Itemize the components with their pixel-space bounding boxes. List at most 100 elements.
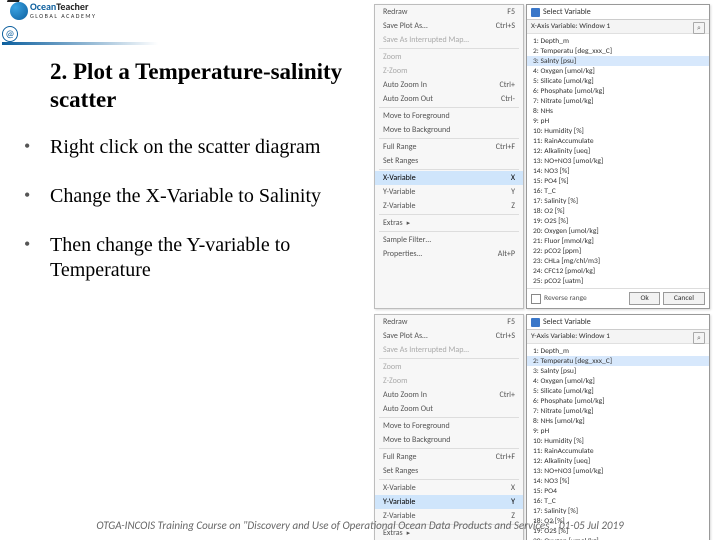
reverse-range-checkbox[interactable]: Reverse range — [531, 294, 587, 304]
variable-item[interactable]: 9: pH — [527, 116, 709, 126]
variable-item[interactable]: 4: Oxygen [umol/kg] — [527, 66, 709, 76]
globe-icon — [10, 2, 28, 20]
variable-item[interactable]: 1: Depth_m — [527, 346, 709, 356]
dialog-icon — [531, 318, 540, 327]
variable-item[interactable]: 1: Depth_m — [527, 36, 709, 46]
variable-item[interactable]: 11: RainAccumulate — [527, 136, 709, 146]
ctx-save-map: Save As Interrupted Map… — [375, 343, 523, 357]
variable-item[interactable]: 18: O2 [%] — [527, 206, 709, 216]
variable-item[interactable]: 6: Phosphate [umol/kg] — [527, 396, 709, 406]
variable-item[interactable]: 20: Oxygen [umol/kg] — [527, 536, 709, 540]
dialog-icon — [531, 8, 540, 17]
variable-item[interactable]: 13: NO+NO3 [umol/kg] — [527, 156, 709, 166]
variable-item[interactable]: 15: PO4 — [527, 486, 709, 496]
variable-item[interactable]: 6: Phosphate [umol/kg] — [527, 86, 709, 96]
ctx-zzoom: Z-Zoom — [375, 374, 523, 388]
footer-text: OTGA-INCOIS Training Course on "Discover… — [0, 519, 720, 532]
dialog-hint: X-Axis Variable: Window 1 — [531, 22, 610, 31]
bullet-3: Then change the Y-variable to Temperatur… — [22, 233, 392, 283]
variable-item[interactable]: 15: PO4 [%] — [527, 176, 709, 186]
ctx-x-variable[interactable]: X-VariableX — [375, 171, 523, 185]
variable-item[interactable]: 9: pH — [527, 426, 709, 436]
variable-list-x: 1: Depth_m2: Temperatu [deg_xxx_C]3: Sal… — [527, 34, 709, 288]
variable-item[interactable]: 14: NO3 [%] — [527, 166, 709, 176]
variable-item[interactable]: 5: Silicate [umol/kg] — [527, 76, 709, 86]
variable-item[interactable]: 8: NHs [umol/kg] — [527, 416, 709, 426]
variable-item[interactable]: 7: Nitrate [umol/kg] — [527, 406, 709, 416]
variable-item[interactable]: 4: Oxygen [umol/kg] — [527, 376, 709, 386]
ctx-x-variable[interactable]: X-VariableX — [375, 481, 523, 495]
variable-item[interactable]: 12: Alkalinity [ueq] — [527, 146, 709, 156]
variable-item[interactable]: 5: Silicate [umol/kg] — [527, 386, 709, 396]
variable-item[interactable]: 10: Humidity [%] — [527, 436, 709, 446]
dialog-title: Select Variable — [543, 7, 591, 17]
variable-item[interactable]: 10: Humidity [%] — [527, 126, 709, 136]
ctx-y-variable[interactable]: Y-VariableY — [375, 185, 523, 199]
ctx-set-ranges[interactable]: Set Ranges — [375, 464, 523, 478]
ot-subtitle: GLOBAL ACADEMY — [30, 12, 96, 20]
ok-button[interactable]: Ok — [629, 292, 659, 305]
variable-item[interactable]: 25: pCO2 [uatm] — [527, 276, 709, 286]
select-variable-dialog-y: Select Variable Y-Axis Variable: Window … — [526, 314, 710, 540]
ctx-properties[interactable]: Properties…Alt+P — [375, 247, 523, 261]
ctx-redraw[interactable]: RedrawF5 — [375, 315, 523, 329]
screenshot-column: RedrawF5 Save Plot As…Ctrl+S Save As Int… — [374, 4, 712, 540]
variable-item[interactable]: 17: Salinity [%] — [527, 196, 709, 206]
variable-item[interactable]: 17: Salinity [%] — [527, 506, 709, 516]
search-icon[interactable]: ⌕ — [693, 22, 705, 34]
dialog-title: Select Variable — [543, 317, 591, 327]
variable-item[interactable]: 16: T_C — [527, 496, 709, 506]
ctx-autozoom-out[interactable]: Auto Zoom Out — [375, 402, 523, 416]
bullet-2: Change the X-Variable to Salinity — [22, 184, 392, 209]
ctx-foreground[interactable]: Move to Foreground — [375, 109, 523, 123]
variable-item[interactable]: 23: CHLa [mg/chl/m3] — [527, 256, 709, 266]
slide-title: 2. Plot a Temperature-salinity scatter — [50, 58, 392, 113]
content-column: 2. Plot a Temperature-salinity scatter R… — [0, 50, 392, 307]
header-divider — [2, 42, 158, 45]
ctx-full-range[interactable]: Full RangeCtrl+F — [375, 450, 523, 464]
ctx-sample-filter[interactable]: Sample Filter… — [375, 233, 523, 247]
ctx-redraw[interactable]: RedrawF5 — [375, 5, 523, 19]
ctx-set-ranges[interactable]: Set Ranges — [375, 154, 523, 168]
ctx-background[interactable]: Move to Background — [375, 433, 523, 447]
oceanteacher-logo: OceanTeacher GLOBAL ACADEMY — [10, 2, 96, 20]
select-variable-dialog-x: Select Variable X-Axis Variable: Window … — [526, 4, 710, 309]
variable-item[interactable]: 3: Salnty [psu] — [527, 366, 709, 376]
ctx-foreground[interactable]: Move to Foreground — [375, 419, 523, 433]
variable-item[interactable]: 13: NO+NO3 [umol/kg] — [527, 466, 709, 476]
variable-item[interactable]: 2: Temperatu [deg_xxx_C] — [527, 46, 709, 56]
variable-list-y: 1: Depth_m2: Temperatu [deg_xxx_C]3: Sal… — [527, 344, 709, 540]
cancel-button[interactable]: Cancel — [663, 292, 705, 305]
dialog-hint: Y-Axis Variable: Window 1 — [531, 332, 610, 341]
ctx-save-map: Save As Interrupted Map… — [375, 33, 523, 47]
at-symbol-icon: @ — [2, 26, 18, 42]
variable-item[interactable]: 7: Nitrate [umol/kg] — [527, 96, 709, 106]
ctx-autozoom-in[interactable]: Auto Zoom InCtrl+ — [375, 78, 523, 92]
ctx-background[interactable]: Move to Background — [375, 123, 523, 137]
ctx-autozoom-in[interactable]: Auto Zoom InCtrl+ — [375, 388, 523, 402]
variable-item[interactable]: 21: Fluor [mmol/kg] — [527, 236, 709, 246]
variable-item[interactable]: 14: NO3 [%] — [527, 476, 709, 486]
ctx-zzoom: Z-Zoom — [375, 64, 523, 78]
variable-item[interactable]: 16: T_C — [527, 186, 709, 196]
ctx-y-variable[interactable]: Y-VariableY — [375, 495, 523, 509]
ctx-z-variable[interactable]: Z-VariableZ — [375, 199, 523, 213]
variable-item[interactable]: 12: Alkalinity [ueq] — [527, 456, 709, 466]
ctx-full-range[interactable]: Full RangeCtrl+F — [375, 140, 523, 154]
bullet-1: Right click on the scatter diagram — [22, 135, 392, 160]
variable-item[interactable]: 19: O2S [%] — [527, 216, 709, 226]
variable-item[interactable]: 11: RainAccumulate — [527, 446, 709, 456]
variable-item[interactable]: 24: CFC12 [pmol/kg] — [527, 266, 709, 276]
variable-item[interactable]: 2: Temperatu [deg_xxx_C] — [527, 356, 709, 366]
variable-item[interactable]: 8: NHs — [527, 106, 709, 116]
ctx-save[interactable]: Save Plot As…Ctrl+S — [375, 19, 523, 33]
context-menu-x: RedrawF5 Save Plot As…Ctrl+S Save As Int… — [374, 4, 524, 309]
variable-item[interactable]: 20: Oxygen [umol/kg] — [527, 226, 709, 236]
ctx-autozoom-out[interactable]: Auto Zoom OutCtrl- — [375, 92, 523, 106]
variable-item[interactable]: 3: Salnty [psu] — [527, 56, 709, 66]
search-icon[interactable]: ⌕ — [693, 332, 705, 344]
ctx-zoom: Zoom — [375, 50, 523, 64]
ctx-save[interactable]: Save Plot As…Ctrl+S — [375, 329, 523, 343]
variable-item[interactable]: 22: pCO2 [ppm] — [527, 246, 709, 256]
ctx-extras[interactable]: Extras — [375, 216, 523, 230]
